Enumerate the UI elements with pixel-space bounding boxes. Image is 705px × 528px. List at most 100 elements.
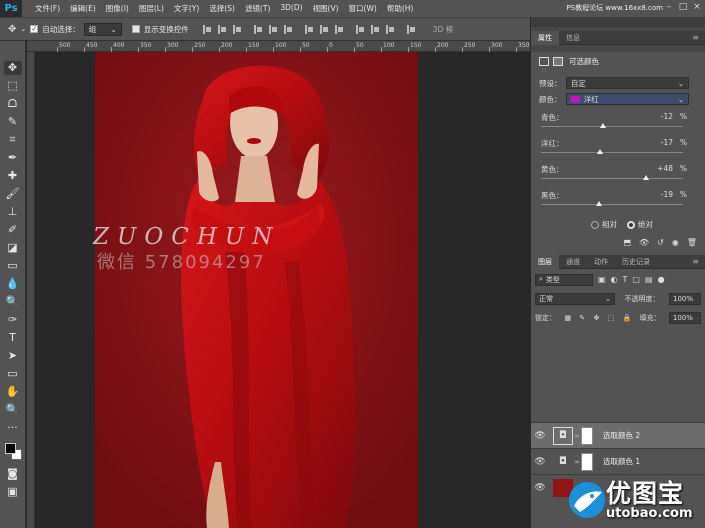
filter-shape-icon[interactable]: ▢ [632, 275, 640, 284]
hand-tool-icon[interactable]: ✋ [4, 385, 22, 399]
layer-mask-thumbnail[interactable] [581, 452, 593, 471]
yellow-thumb[interactable] [643, 175, 650, 180]
zoom-tool-icon[interactable]: 🔍 [4, 403, 22, 417]
lock-artboard-icon[interactable]: ⬚ [608, 314, 615, 322]
link-icon[interactable]: ∞ [573, 458, 581, 466]
blur-tool-icon[interactable]: 💧 [4, 277, 22, 291]
layer-name[interactable]: 选取颜色 1 [603, 456, 640, 467]
layer-name[interactable]: 选取颜色 2 [603, 430, 640, 441]
panel-menu-icon[interactable]: ≡ [692, 33, 699, 42]
fill-field[interactable]: 100% [668, 312, 701, 324]
menu-help[interactable]: 帮助(H) [382, 3, 419, 14]
tab-history[interactable]: 历史记录 [615, 255, 657, 269]
move-tool-icon[interactable]: ✥ [8, 24, 16, 35]
visibility-icon[interactable]: ◉ [672, 238, 679, 247]
foreground-color-swatch[interactable] [4, 443, 16, 454]
close-icon[interactable]: × [692, 2, 702, 13]
radio-absolute[interactable]: 绝对 [627, 219, 653, 230]
magenta-value[interactable]: -17 [661, 138, 673, 147]
brush-tool-icon[interactable]: 🖌 [4, 187, 22, 201]
eye-icon[interactable]: 👁 [531, 457, 549, 467]
yellow-track[interactable] [541, 178, 683, 179]
align-hcenter-icon[interactable] [268, 24, 277, 34]
tab-channels[interactable]: 通道 [559, 255, 587, 269]
panel-menu-icon[interactable]: ≡ [692, 257, 699, 266]
rectangle-tool-icon[interactable]: ▭ [4, 367, 22, 381]
layer-filter-dropdown[interactable]: ⌕ 类型 [535, 273, 593, 286]
chevron-down-icon[interactable]: ⌄ [20, 25, 26, 33]
eye-icon[interactable]: 👁 [531, 483, 549, 493]
menu-window[interactable]: 窗口(W) [344, 3, 382, 14]
distribute-vcenter-icon[interactable] [319, 24, 328, 34]
trash-icon[interactable]: 🗑 [687, 238, 697, 247]
menu-type[interactable]: 文字(Y) [169, 3, 204, 14]
tab-info[interactable]: 信息 [559, 31, 587, 45]
eraser-tool-icon[interactable]: ◪ [4, 241, 22, 255]
path-select-tool-icon[interactable]: ➤ [4, 349, 22, 363]
auto-select-checkbox[interactable]: ✓ [30, 25, 39, 33]
align-right-icon[interactable] [283, 24, 292, 34]
magenta-track[interactable] [541, 152, 683, 153]
clone-stamp-tool-icon[interactable]: ⊥ [4, 205, 22, 219]
menu-3d[interactable]: 3D(D) [275, 3, 307, 14]
distribute-bottom-icon[interactable] [334, 24, 343, 34]
cyan-track[interactable] [541, 126, 683, 127]
panel-collapse-bar[interactable] [531, 17, 705, 27]
filter-pixel-icon[interactable]: ▣ [598, 275, 606, 284]
quick-select-tool-icon[interactable]: ✎ [4, 115, 22, 129]
screen-mode-icon[interactable]: ▣ [4, 485, 22, 499]
minimize-icon[interactable]: – [664, 2, 674, 13]
show-transform-checkbox[interactable] [131, 25, 140, 33]
yellow-value[interactable]: +48 [657, 164, 673, 173]
black-thumb[interactable] [595, 201, 602, 206]
cyan-value[interactable]: -12 [661, 112, 673, 121]
black-value[interactable]: -19 [661, 190, 673, 199]
eye-icon[interactable]: 👁 [531, 431, 549, 441]
history-brush-tool-icon[interactable]: ✐ [4, 223, 22, 237]
menu-view[interactable]: 视图(V) [308, 3, 344, 14]
distribute-hcenter-icon[interactable] [370, 24, 379, 34]
move-tool-icon[interactable]: ✥ [3, 61, 22, 75]
menu-file[interactable]: 文件(F) [30, 3, 65, 14]
layer-mask-thumbnail[interactable] [581, 426, 593, 445]
black-track[interactable] [541, 204, 683, 205]
radio-relative[interactable]: 相对 [591, 219, 617, 230]
tab-properties[interactable]: 属性 [531, 30, 559, 45]
align-left-icon[interactable] [253, 24, 262, 34]
distribute-top-icon[interactable] [304, 24, 313, 34]
align-vcenter-icon[interactable] [217, 24, 226, 34]
canvas-area[interactable]: ZUOCHUN 微信 578094297 [35, 52, 530, 528]
lasso-tool-icon[interactable]: ᗝ [4, 97, 22, 111]
auto-align-icon[interactable] [406, 24, 415, 34]
more-tools-icon[interactable]: ··· [4, 421, 22, 435]
filter-smart-icon[interactable]: ▤ [645, 275, 653, 284]
align-bottom-icon[interactable] [232, 24, 241, 34]
magenta-thumb[interactable] [596, 149, 603, 154]
mask-icon[interactable] [553, 57, 563, 66]
photo-canvas[interactable] [95, 52, 418, 528]
lock-position-icon[interactable]: ✥ [593, 314, 599, 322]
auto-select-dropdown[interactable]: 组 ⌄ [83, 22, 122, 36]
pen-tool-icon[interactable]: ✑ [4, 313, 22, 327]
maximize-icon[interactable]: □ [678, 2, 688, 13]
layer-row-selective-color-2[interactable]: 👁 ◘ ∞ 选取颜色 2 [531, 422, 705, 448]
gradient-tool-icon[interactable]: ▭ [4, 259, 22, 273]
preset-dropdown[interactable]: 自定 ⌄ [565, 77, 689, 89]
tab-actions[interactable]: 动作 [587, 255, 615, 269]
healing-brush-tool-icon[interactable]: ✚ [4, 169, 22, 183]
link-icon[interactable]: ∞ [573, 432, 581, 440]
menu-image[interactable]: 图像(I) [101, 3, 134, 14]
dodge-tool-icon[interactable]: 🔍 [4, 295, 22, 309]
lock-transparent-icon[interactable]: ▦ [564, 314, 571, 322]
filter-type-icon[interactable]: T [623, 275, 628, 284]
eyedropper-tool-icon[interactable]: ✒ [4, 151, 22, 165]
clip-to-layer-icon[interactable]: ⬒ [623, 238, 631, 247]
menu-select[interactable]: 选择(S) [204, 3, 240, 14]
distribute-left-icon[interactable] [355, 24, 364, 34]
type-tool-icon[interactable]: T [4, 331, 22, 345]
blend-mode-dropdown[interactable]: 正常 ⌄ [535, 293, 615, 305]
opacity-field[interactable]: 100% [669, 293, 701, 305]
quick-mask-icon[interactable]: ◙ [4, 467, 22, 481]
menu-edit[interactable]: 编辑(E) [65, 3, 101, 14]
crop-tool-icon[interactable]: ⌗ [4, 133, 22, 147]
